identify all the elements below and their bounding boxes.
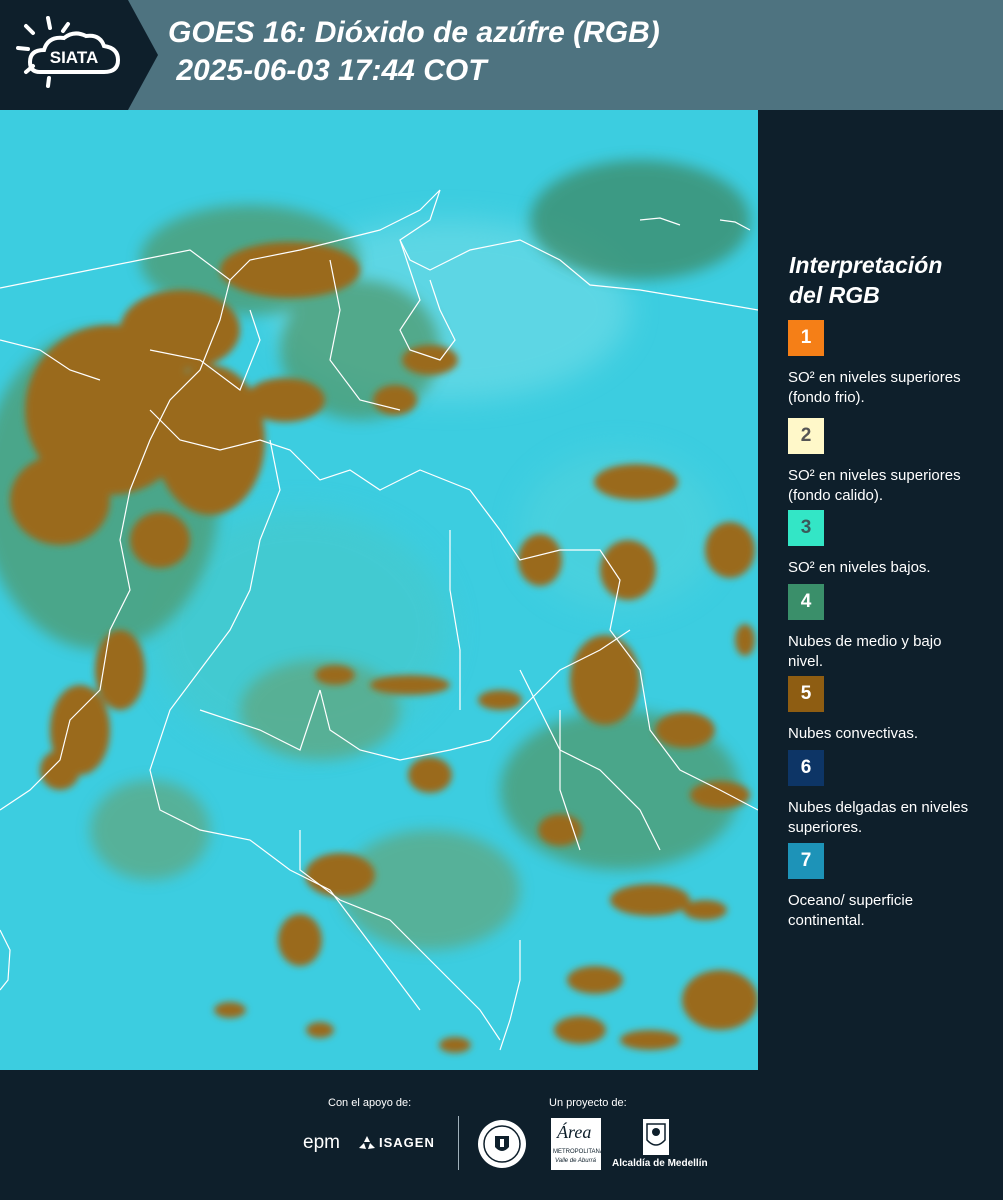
legend-item-label: Nubes de medio y bajo nivel.	[788, 633, 942, 670]
legend-swatch: 1	[788, 320, 824, 356]
legend-swatch: 7	[788, 843, 824, 879]
siata-logo-text: SIATA	[50, 48, 98, 67]
legend-item-3: 3 SO² en niveles bajos.	[788, 510, 988, 578]
legend-item-6: 6 Nubes delgadas en niveles superiores.	[788, 750, 988, 838]
medellin-seal-icon[interactable]	[477, 1119, 527, 1169]
isagen-icon	[359, 1136, 375, 1149]
legend-item-label: Oceano/ superficie continental.	[788, 892, 914, 929]
legend-item-label: Nubes delgadas en niveles superiores.	[788, 799, 969, 836]
alcaldia-shield-icon[interactable]	[642, 1118, 670, 1156]
header-bar: SIATA GOES 16: Dióxido de azúfre (RGB) 2…	[0, 0, 1003, 110]
footer-sponsors: Con el apoyo de: Un proyecto de: epm ISA…	[0, 1070, 1003, 1200]
title-line-2: 2025-06-03 17:44 COT	[168, 54, 487, 87]
siata-logo-mark: SIATA	[0, 0, 158, 110]
legend-panel: Interpretación del RGB 1 SO² en niveles …	[758, 110, 1003, 1070]
satellite-map[interactable]	[0, 110, 758, 1070]
legend-swatch: 5	[788, 676, 824, 712]
legend-item-label: SO² en niveles superiores (fondo calido)…	[788, 467, 961, 504]
legend-swatch: 6	[788, 750, 824, 786]
legend-item-5: 5 Nubes convectivas.	[788, 676, 988, 744]
legend-item-7: 7 Oceano/ superficie continental.	[788, 843, 988, 931]
epm-logo[interactable]: epm	[303, 1132, 340, 1154]
legend-item-4: 4 Nubes de medio y bajo nivel.	[788, 584, 988, 672]
area-logo-name: Área	[557, 1122, 592, 1142]
support-label: Con el apoyo de:	[328, 1097, 412, 1109]
area-logo-sub2: Valle de Aburrá	[555, 1158, 596, 1164]
legend-swatch: 4	[788, 584, 824, 620]
area-logo-sub1: METROPOLITANA	[553, 1149, 604, 1155]
legend-item-label: Nubes convectivas.	[788, 725, 919, 742]
siata-logo[interactable]: SIATA	[0, 0, 160, 110]
legend-item-label: SO² en niveles superiores (fondo frio).	[788, 369, 961, 406]
isagen-logo[interactable]: ISAGEN	[358, 1132, 448, 1156]
legend-swatch: 3	[788, 510, 824, 546]
legend-item-2: 2 SO² en niveles superiores (fondo calid…	[788, 418, 988, 514]
area-metropolitana-logo[interactable]: Área METROPOLITANA Valle de Aburrá	[551, 1118, 604, 1170]
project-label: Un proyecto de:	[549, 1097, 627, 1109]
title-line-1: GOES 16: Dióxido de azúfre (RGB)	[168, 16, 660, 49]
rgb-composite-image	[0, 110, 758, 1070]
legend-item-1: 1 SO² en niveles superiores (fondo frio)…	[788, 320, 988, 408]
footer-divider	[458, 1116, 459, 1170]
legend-item-label: SO² en niveles bajos.	[788, 559, 931, 576]
legend-swatch: 2	[788, 418, 824, 454]
alcaldia-text: Alcaldía de Medellín	[612, 1158, 708, 1169]
legend-title: Interpretación del RGB	[789, 250, 989, 310]
legend-title-line-2: del RGB	[789, 282, 880, 308]
page-title: GOES 16: Dióxido de azúfre (RGB) 2025-06…	[168, 14, 660, 90]
legend-title-line-1: Interpretación	[789, 252, 943, 278]
isagen-text: ISAGEN	[379, 1135, 435, 1150]
